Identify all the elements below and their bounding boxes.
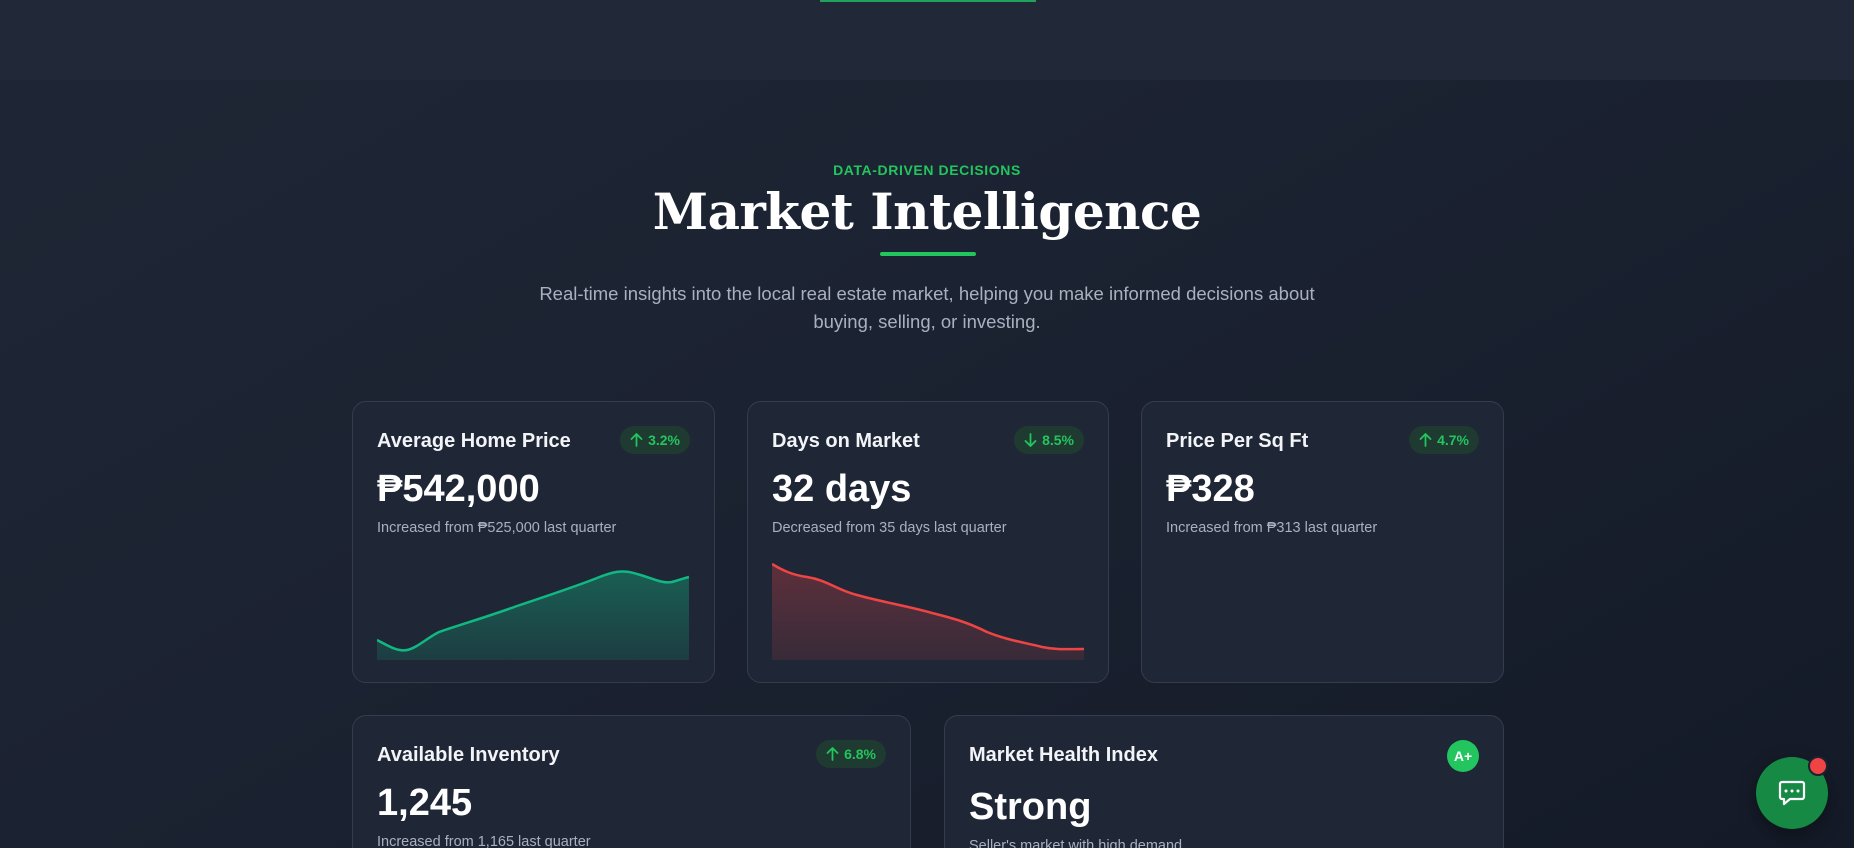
- section-eyebrow: DATA-DRIVEN DECISIONS: [833, 162, 1021, 178]
- stat-value: Strong: [969, 786, 1092, 828]
- price-trend-sparkline: [377, 570, 689, 660]
- title-underline: [880, 252, 976, 256]
- grade-badge: A+: [1447, 740, 1479, 772]
- stat-card-market-health-index: Market Health Index A+ Strong Seller's m…: [944, 715, 1504, 848]
- card-title: Market Health Index: [969, 744, 1158, 766]
- arrow-up-icon: [826, 747, 839, 761]
- stat-value: 32 days: [772, 468, 912, 510]
- stat-note: Increased from ₱525,000 last quarter: [377, 520, 617, 536]
- arrow-up-icon: [630, 433, 643, 447]
- days-trend-sparkline: [772, 562, 1084, 660]
- stat-note: Seller's market with high demand: [969, 838, 1183, 848]
- change-badge: 6.8%: [816, 740, 886, 768]
- change-value: 6.8%: [844, 746, 876, 762]
- notification-dot: [1808, 756, 1828, 776]
- stat-card-price-per-sqft: Price Per Sq Ft 4.7% ₱328 Increased from…: [1141, 401, 1504, 683]
- market-intelligence-section: DATA-DRIVEN DECISIONS Market Intelligenc…: [0, 0, 1854, 848]
- sparkline-area: [377, 571, 689, 660]
- section-title: Market Intelligence: [652, 182, 1202, 241]
- stat-note: Decreased from 35 days last quarter: [772, 520, 1007, 536]
- change-value: 8.5%: [1042, 432, 1074, 448]
- card-title: Price Per Sq Ft: [1166, 430, 1309, 452]
- stat-value: 1,245: [377, 782, 473, 824]
- card-title: Days on Market: [772, 430, 920, 452]
- change-badge: 8.5%: [1014, 426, 1084, 454]
- chat-bubble-icon: [1778, 780, 1806, 806]
- change-value: 3.2%: [648, 432, 680, 448]
- change-badge: 3.2%: [620, 426, 690, 454]
- stat-card-average-home-price: Average Home Price 3.2% ₱542,000 Increas…: [352, 401, 715, 683]
- change-value: 4.7%: [1437, 432, 1469, 448]
- arrow-up-icon: [1419, 433, 1432, 447]
- stat-value: ₱328: [1166, 468, 1255, 510]
- arrow-down-icon: [1024, 433, 1037, 447]
- section-subtitle: Real-time insights into the local real e…: [539, 283, 1315, 332]
- stat-value: ₱542,000: [377, 468, 540, 510]
- stat-card-days-on-market: Days on Market 8.5% 32 days Decreased fr…: [747, 401, 1109, 683]
- previous-section-accent-line: [820, 0, 1036, 2]
- stat-note: Increased from 1,165 last quarter: [377, 834, 591, 848]
- card-title: Available Inventory: [377, 744, 560, 766]
- change-badge: 4.7%: [1409, 426, 1479, 454]
- card-title: Average Home Price: [377, 430, 571, 452]
- stat-card-available-inventory: Available Inventory 6.8% 1,245 Increased…: [352, 715, 911, 848]
- previous-section-band: [0, 0, 1854, 80]
- stat-note: Increased from ₱313 last quarter: [1166, 520, 1378, 536]
